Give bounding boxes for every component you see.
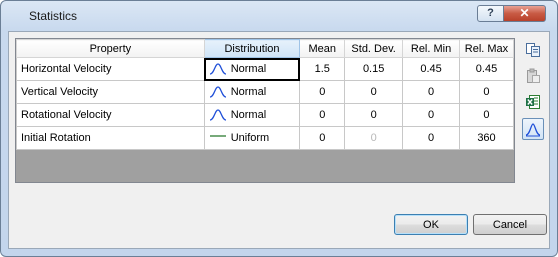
rel-min-cell[interactable]: 0 [402, 126, 460, 150]
rel-max-cell[interactable]: 0 [458, 80, 514, 104]
mean-cell[interactable]: 0 [299, 80, 346, 104]
rel-min-cell[interactable]: 0 [402, 103, 460, 127]
uniform-line-icon [209, 135, 226, 137]
column-header-mean[interactable]: Mean [299, 39, 346, 58]
distribution-label: Normal [230, 109, 267, 122]
dialog-client-area: Property Distribution Mean Std. Dev. Rel… [8, 31, 550, 249]
help-button[interactable]: ? [477, 5, 504, 22]
normal-curve-icon [209, 109, 226, 121]
normal-curve-icon [209, 63, 226, 75]
distribution-cell[interactable]: Normal [203, 103, 301, 127]
rel-min-cell[interactable]: 0.45 [402, 57, 460, 81]
table-row[interactable]: Vertical Velocity Normal 0 0 0 0 [16, 80, 514, 104]
std-dev-cell[interactable]: 0.15 [344, 57, 404, 81]
rel-max-cell[interactable]: 360 [458, 126, 514, 150]
dialog-title: Statistics [29, 9, 78, 23]
title-bar[interactable]: Statistics ? ✕ [1, 1, 557, 31]
copy-button[interactable] [522, 39, 544, 61]
close-button[interactable]: ✕ [503, 5, 546, 22]
paste-icon [527, 68, 540, 83]
mean-cell[interactable]: 1.5 [299, 57, 346, 81]
mean-cell[interactable]: 0 [299, 126, 346, 150]
paste-button[interactable] [522, 65, 544, 87]
distribution-label: Uniform [230, 132, 270, 145]
distribution-plot-button[interactable] [522, 118, 544, 140]
normal-curve-icon [209, 86, 226, 98]
property-cell[interactable]: Vertical Velocity [16, 80, 205, 104]
distribution-plot-icon [525, 123, 541, 137]
table-row[interactable]: Horizontal Velocity Normal 1.5 0.15 0.45… [16, 57, 514, 81]
statistics-grid: Property Distribution Mean Std. Dev. Rel… [15, 38, 515, 183]
cancel-button[interactable]: Cancel [473, 214, 547, 235]
table-row[interactable]: Initial Rotation Uniform 0 0 0 360 [16, 126, 514, 150]
property-cell[interactable]: Horizontal Velocity [16, 57, 205, 81]
ok-button[interactable]: OK [394, 214, 468, 235]
copy-icon [526, 43, 540, 57]
std-dev-cell: 0 [344, 126, 404, 150]
excel-export-icon [526, 95, 540, 109]
column-header-distribution[interactable]: Distribution [203, 39, 301, 58]
distribution-cell[interactable]: Uniform [203, 126, 301, 150]
column-header-property[interactable]: Property [16, 39, 205, 58]
mean-cell[interactable]: 0 [299, 103, 346, 127]
grid-header-row: Property Distribution Mean Std. Dev. Rel… [16, 39, 514, 58]
std-dev-cell[interactable]: 0 [344, 103, 404, 127]
column-header-rel-min[interactable]: Rel. Min [402, 39, 460, 58]
distribution-label: Normal [230, 63, 267, 76]
column-header-std-dev[interactable]: Std. Dev. [344, 39, 404, 58]
column-header-rel-max[interactable]: Rel. Max [458, 39, 514, 58]
property-cell[interactable]: Initial Rotation [16, 126, 205, 150]
rel-max-cell[interactable]: 0.45 [458, 57, 514, 81]
std-dev-cell[interactable]: 0 [344, 80, 404, 104]
rel-min-cell[interactable]: 0 [402, 80, 460, 104]
distribution-cell[interactable]: Normal [203, 57, 301, 81]
export-excel-button[interactable] [522, 91, 544, 113]
distribution-label: Normal [230, 86, 267, 99]
rel-max-cell[interactable]: 0 [458, 103, 514, 127]
statistics-dialog: Statistics ? ✕ Property Distribution Mea… [0, 0, 558, 257]
distribution-cell[interactable]: Normal [203, 80, 301, 104]
table-row[interactable]: Rotational Velocity Normal 0 0 0 0 [16, 103, 514, 127]
property-cell[interactable]: Rotational Velocity [16, 103, 205, 127]
